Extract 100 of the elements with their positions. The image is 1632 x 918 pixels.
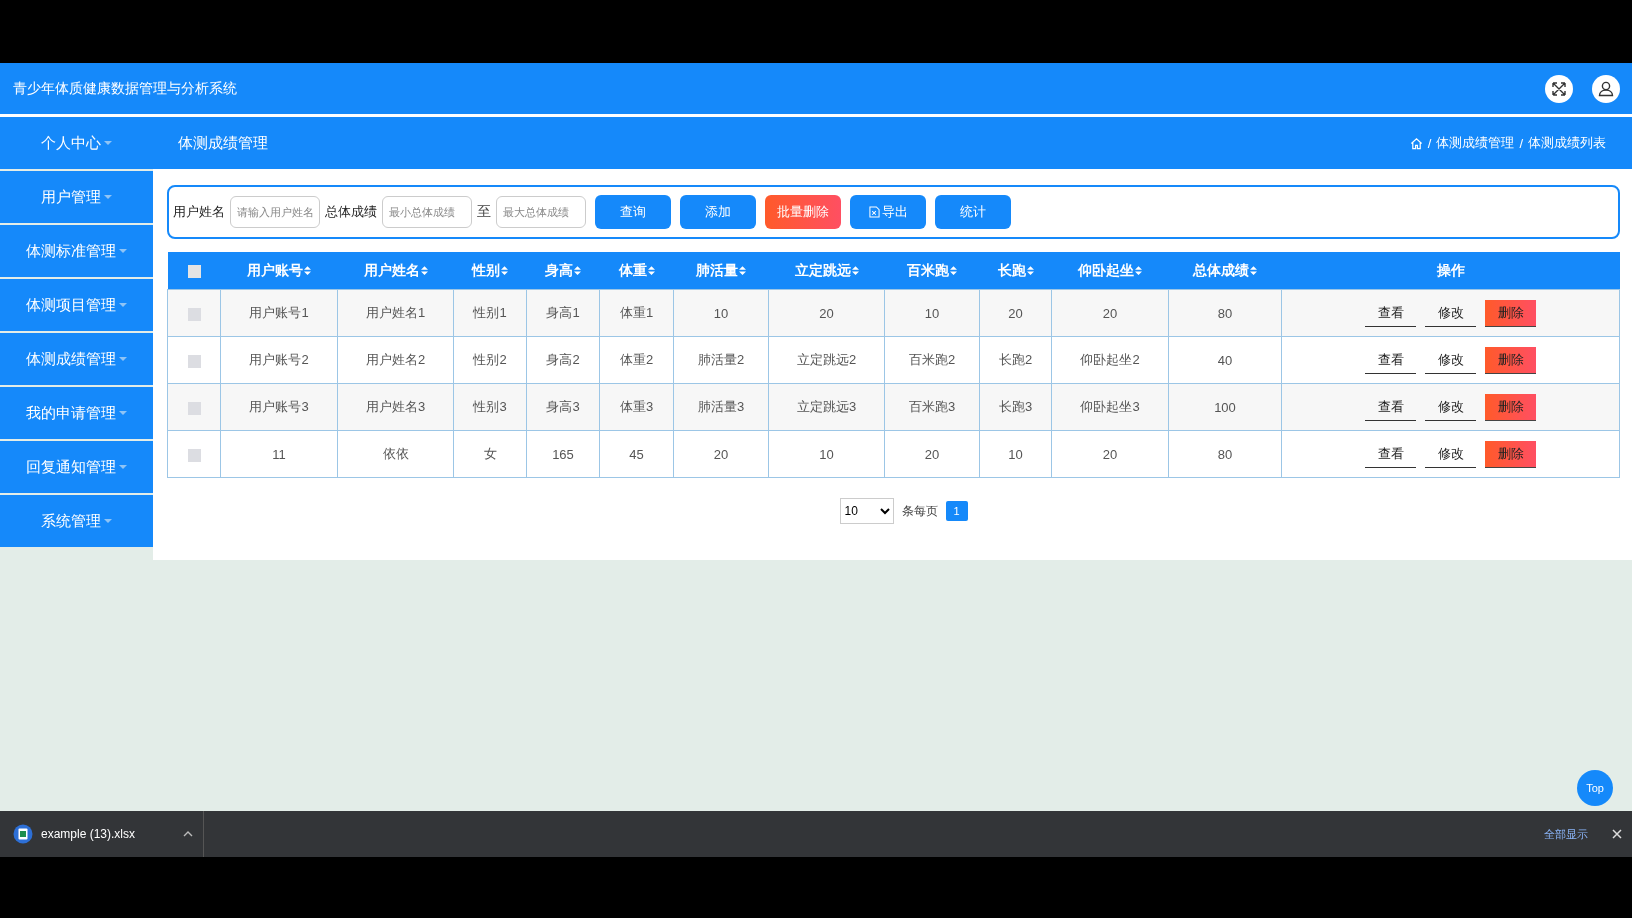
batch-delete-button[interactable]: 批量删除 [765, 195, 841, 229]
delete-button[interactable]: 删除 [1485, 346, 1536, 374]
file-name[interactable]: example (13).xlsx [41, 827, 175, 841]
table-cell: 身高1 [546, 305, 580, 320]
table-cell: 80 [1217, 305, 1233, 321]
action-button[interactable]: 查看 [1365, 440, 1416, 468]
show-all-link[interactable]: 全部显示 [1544, 826, 1588, 842]
table-cell: 20 [819, 305, 834, 321]
table-cell: 长跑2 [998, 352, 1033, 367]
table-cell: 仰卧起坐3 [1080, 399, 1140, 414]
fullscreen-icon[interactable] [1545, 74, 1573, 103]
table-cell: 45 [629, 446, 644, 462]
select-all-checkbox[interactable] [187, 265, 201, 279]
table-cell: 体重3 [619, 399, 654, 414]
page-title: 体测成绩管理 [178, 133, 268, 153]
breadcrumb-item[interactable]: 体测成绩管理 [1436, 134, 1515, 152]
action-button[interactable]: 修改 [1425, 440, 1476, 468]
sort-icon[interactable] [851, 266, 859, 275]
table-cell: 用户姓名1 [365, 305, 426, 320]
caret-icon [119, 357, 127, 361]
action-button[interactable]: 修改 [1425, 346, 1476, 374]
caret-up-icon[interactable] [183, 831, 193, 837]
sort-icon[interactable] [950, 266, 957, 275]
home-icon[interactable] [1409, 136, 1423, 150]
action-button[interactable]: 修改 [1425, 393, 1476, 421]
sidebar-item[interactable]: 我的申请管理 [0, 387, 153, 439]
page-size-select[interactable]: 10 [839, 498, 894, 524]
breadcrumb-separator: / [1519, 135, 1523, 151]
caret-icon [104, 519, 112, 523]
row-checkbox[interactable] [187, 307, 201, 321]
range-label: 至 [477, 203, 491, 221]
table-cell: 性别3 [473, 399, 507, 414]
table-cell: 10 [713, 305, 729, 321]
page-button[interactable]: 1 [945, 501, 968, 521]
table-cell: 20 [713, 446, 729, 462]
table-cell: 11 [272, 446, 286, 462]
table-cell: 立定跳远3 [796, 399, 857, 414]
row-checkbox[interactable] [187, 354, 201, 368]
table-cell: 性别1 [473, 305, 507, 320]
table-cell: 用户账号2 [249, 352, 309, 367]
table-cell: 10 [819, 446, 834, 462]
export-button[interactable]: 导出 [850, 195, 926, 229]
sidebar-item[interactable]: 体测成绩管理 [0, 333, 153, 385]
table-cell: 80 [1217, 446, 1233, 462]
stats-button[interactable]: 统计 [935, 195, 1011, 229]
sort-icon[interactable] [501, 266, 508, 275]
sort-icon[interactable] [647, 266, 655, 275]
sort-icon[interactable] [304, 266, 311, 275]
table-cell: 立定跳远2 [796, 352, 857, 367]
user-icon[interactable] [1592, 74, 1620, 103]
action-button[interactable]: 查看 [1365, 393, 1416, 421]
table-cell: 依依 [382, 446, 409, 461]
sort-icon[interactable] [739, 266, 746, 275]
sort-icon[interactable] [574, 266, 581, 275]
delete-button[interactable]: 删除 [1485, 440, 1536, 468]
sidebar-item[interactable]: 体测标准管理 [0, 225, 153, 277]
sidebar-item[interactable]: 回复通知管理 [0, 441, 153, 493]
delete-button[interactable]: 删除 [1485, 393, 1536, 421]
row-checkbox[interactable] [187, 401, 201, 415]
table-cell: 用户账号1 [249, 305, 309, 320]
page-size-label: 条每页 [901, 502, 938, 520]
breadcrumb-item[interactable]: 体测成绩列表 [1528, 134, 1606, 152]
column-header: 操作 [1436, 261, 1465, 280]
action-button[interactable]: 查看 [1365, 346, 1416, 374]
action-button[interactable]: 查看 [1365, 299, 1416, 327]
app-title: 青少年体质健康数据管理与分析系统 [13, 79, 237, 98]
back-to-top-button[interactable]: Top [1577, 770, 1613, 806]
field-label: 用户姓名 [173, 203, 225, 221]
table-cell: 用户姓名3 [365, 399, 426, 414]
row-checkbox[interactable] [187, 448, 201, 462]
sort-icon[interactable] [420, 266, 428, 275]
table-cell: 仰卧起坐2 [1080, 352, 1140, 367]
table-cell: 百米跑2 [908, 352, 956, 367]
max-score-field[interactable]: 最大总体成绩 [496, 196, 586, 228]
table-cell: 长跑3 [998, 399, 1033, 414]
sort-icon[interactable] [1250, 266, 1257, 275]
sidebar-item[interactable]: 系统管理 [0, 495, 153, 547]
table-cell: 10 [1008, 446, 1023, 462]
table-cell: 用户姓名2 [365, 352, 426, 367]
sort-icon[interactable] [1026, 266, 1034, 275]
table-cell: 165 [552, 446, 574, 462]
name-field[interactable]: 请输入用户姓名 [230, 196, 320, 228]
add-button[interactable]: 添加 [680, 195, 756, 229]
sidebar-item[interactable]: 用户管理 [0, 171, 153, 223]
search-button[interactable]: 查询 [595, 195, 671, 229]
delete-button[interactable]: 删除 [1485, 299, 1536, 327]
sidebar-item[interactable]: 个人中心 [0, 117, 153, 169]
close-icon[interactable] [1612, 829, 1622, 839]
action-button[interactable]: 修改 [1425, 299, 1476, 327]
sidebar-item[interactable]: 体测项目管理 [0, 279, 153, 331]
caret-icon [119, 465, 127, 469]
table-cell: 肺活量3 [697, 399, 745, 414]
table-cell: 体重1 [619, 305, 654, 320]
breadcrumb-separator: / [1427, 135, 1432, 151]
table-cell: 女 [483, 446, 497, 461]
field-label: 总体成绩 [325, 203, 377, 221]
min-score-field[interactable]: 最小总体成绩 [382, 196, 472, 228]
sort-icon[interactable] [1135, 266, 1142, 275]
table-cell: 40 [1217, 352, 1233, 368]
table-cell: 20 [1102, 305, 1118, 321]
